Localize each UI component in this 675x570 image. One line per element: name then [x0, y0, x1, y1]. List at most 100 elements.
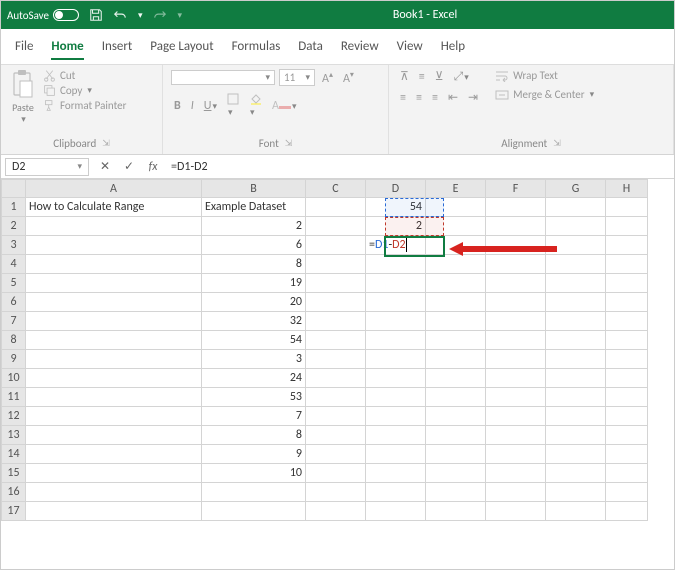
cell[interactable] — [606, 198, 648, 217]
cell[interactable] — [546, 388, 606, 407]
align-bottom-icon[interactable]: ⊻ — [432, 69, 447, 84]
alignment-launcher-icon[interactable]: ⇲ — [553, 138, 561, 149]
row-header[interactable]: 8 — [2, 331, 26, 350]
col-header-c[interactable]: C — [306, 180, 366, 198]
cell[interactable] — [606, 312, 648, 331]
cell[interactable] — [486, 388, 546, 407]
cell[interactable]: Example Dataset — [202, 198, 306, 217]
decrease-indent-icon[interactable]: ⇤ — [445, 90, 461, 105]
undo-icon[interactable] — [113, 9, 127, 21]
insert-function-icon[interactable]: fx — [141, 160, 165, 174]
cancel-formula-icon[interactable]: ✕ — [93, 159, 117, 174]
paste-button[interactable]: Paste ▾ — [9, 69, 37, 125]
select-all-button[interactable] — [2, 180, 26, 198]
align-center-icon[interactable]: ≡ — [413, 91, 425, 105]
font-name-combo[interactable]: ▾ — [171, 70, 275, 85]
cell[interactable]: 32 — [202, 312, 306, 331]
cell[interactable] — [306, 426, 366, 445]
cell[interactable] — [306, 445, 366, 464]
cell[interactable]: 9 — [202, 445, 306, 464]
cell[interactable] — [306, 369, 366, 388]
col-header-b[interactable]: B — [202, 180, 306, 198]
cell[interactable] — [306, 274, 366, 293]
cell[interactable] — [366, 369, 426, 388]
cell[interactable] — [26, 464, 202, 483]
cell[interactable] — [26, 426, 202, 445]
cell[interactable] — [426, 331, 486, 350]
row-header[interactable]: 13 — [2, 426, 26, 445]
cell[interactable] — [306, 483, 366, 502]
tab-insert[interactable]: Insert — [102, 35, 133, 60]
formula-input[interactable]: =D1-D2 — [165, 158, 674, 176]
fill-color-button[interactable]: ▾ — [246, 92, 265, 119]
row-header[interactable]: 4 — [2, 255, 26, 274]
tab-file[interactable]: File — [15, 35, 33, 60]
cell[interactable] — [546, 217, 606, 236]
cell[interactable] — [606, 483, 648, 502]
wrap-text-button[interactable]: Wrap Text — [495, 69, 594, 82]
underline-button[interactable]: U▾ — [201, 99, 220, 113]
cell[interactable] — [202, 502, 306, 521]
cell[interactable] — [306, 217, 366, 236]
cell[interactable] — [426, 502, 486, 521]
cell[interactable] — [546, 483, 606, 502]
tab-data[interactable]: Data — [298, 35, 323, 60]
cell[interactable] — [26, 331, 202, 350]
cell[interactable] — [486, 331, 546, 350]
cell[interactable] — [606, 407, 648, 426]
cell[interactable]: How to Calculate Range — [26, 198, 202, 217]
col-header-a[interactable]: A — [26, 180, 202, 198]
cell[interactable]: 2 — [202, 217, 306, 236]
merge-center-button[interactable]: Merge & Center ▾ — [495, 88, 594, 101]
cell[interactable] — [546, 464, 606, 483]
row-header[interactable]: 5 — [2, 274, 26, 293]
cell[interactable] — [606, 369, 648, 388]
cell[interactable] — [366, 464, 426, 483]
cell[interactable] — [366, 293, 426, 312]
cell[interactable] — [606, 217, 648, 236]
clipboard-launcher-icon[interactable]: ⇲ — [102, 138, 110, 149]
cell[interactable] — [26, 445, 202, 464]
cell[interactable] — [426, 388, 486, 407]
cell[interactable] — [606, 445, 648, 464]
cell[interactable] — [306, 388, 366, 407]
undo-dropdown-icon[interactable]: ▾ — [138, 10, 143, 21]
cell[interactable] — [486, 274, 546, 293]
grid[interactable]: A B C D E F G H 1How to Calculate RangeE… — [1, 179, 648, 521]
autosave-toggle[interactable]: AutoSave — [7, 9, 79, 22]
font-launcher-icon[interactable]: ⇲ — [285, 138, 293, 149]
cell[interactable] — [426, 293, 486, 312]
cell[interactable]: 7 — [202, 407, 306, 426]
cell[interactable]: 19 — [202, 274, 306, 293]
col-header-g[interactable]: G — [546, 180, 606, 198]
row-header[interactable]: 7 — [2, 312, 26, 331]
copy-button[interactable]: Copy ▾ — [43, 84, 126, 97]
cell[interactable] — [26, 274, 202, 293]
cell[interactable] — [306, 464, 366, 483]
cell[interactable] — [546, 331, 606, 350]
cell[interactable] — [366, 483, 426, 502]
cell[interactable]: 3 — [202, 350, 306, 369]
cell[interactable] — [26, 255, 202, 274]
cell[interactable] — [426, 464, 486, 483]
cell[interactable] — [426, 426, 486, 445]
cell[interactable] — [486, 483, 546, 502]
cell[interactable] — [26, 369, 202, 388]
active-cell[interactable]: =D1-D2 — [366, 236, 426, 255]
cell[interactable] — [26, 407, 202, 426]
align-right-icon[interactable]: ≡ — [429, 91, 441, 105]
cell[interactable] — [486, 217, 546, 236]
cell[interactable] — [486, 198, 546, 217]
cell[interactable]: 53 — [202, 388, 306, 407]
cell[interactable] — [486, 464, 546, 483]
cell[interactable] — [546, 426, 606, 445]
increase-indent-icon[interactable]: ⇥ — [465, 90, 481, 105]
cell[interactable] — [426, 198, 486, 217]
cell[interactable] — [606, 331, 648, 350]
cell[interactable] — [306, 331, 366, 350]
cell[interactable] — [366, 350, 426, 369]
col-header-e[interactable]: E — [426, 180, 486, 198]
cell[interactable] — [606, 236, 648, 255]
cell[interactable] — [486, 236, 546, 255]
cell[interactable] — [366, 274, 426, 293]
